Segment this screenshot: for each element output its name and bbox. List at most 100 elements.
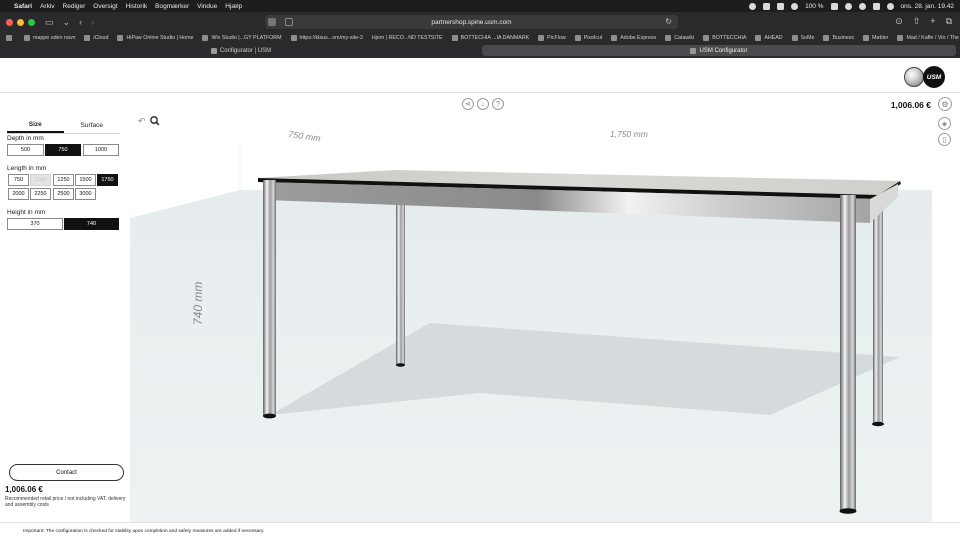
bookmark-folder[interactable]: Møbler: [862, 34, 888, 41]
height-option-370[interactable]: 370: [7, 218, 63, 230]
tab-surface[interactable]: Surface: [64, 118, 121, 133]
menu-safari[interactable]: Safari: [14, 3, 32, 10]
height-option-740[interactable]: 740: [64, 218, 119, 230]
creative-cloud-icon[interactable]: [749, 2, 757, 10]
table-render[interactable]: 750 mm 1,750 mm 740 mm ↶: [130, 115, 932, 522]
download-icon[interactable]: ↓: [477, 98, 489, 110]
layers-icon[interactable]: ◈: [938, 117, 951, 130]
bookmark-item[interactable]: Pixelcut: [574, 34, 602, 41]
contact-button[interactable]: Contact: [9, 464, 124, 481]
tabs-overview-icon[interactable]: ⧉: [946, 16, 952, 27]
control-center-icon[interactable]: [872, 2, 880, 10]
tab-usm-configurator[interactable]: USM Configurator: [482, 45, 956, 56]
download-icon[interactable]: ⊙: [895, 16, 903, 27]
depth-option-750[interactable]: 750: [45, 144, 81, 156]
sidebar-toggle-icon[interactable]: ▭: [45, 17, 54, 28]
menu-hjaelp[interactable]: Hjælp: [225, 3, 242, 10]
length-option-2250[interactable]: 2250: [30, 188, 51, 200]
page-header: USM: [0, 58, 960, 93]
bookmark-item[interactable]: Wix Studio |...GY PLATFORM: [202, 34, 282, 41]
favicon-icon: [84, 34, 91, 41]
sidebar-price: 1,006.06 €: [5, 485, 43, 494]
bookmark-item[interactable]: BOTTECHIA ...IA DANMARK: [451, 34, 529, 41]
usm-logo[interactable]: USM: [904, 66, 945, 88]
3d-viewer[interactable]: 750 mm 1,750 mm 740 mm ↶: [130, 115, 932, 522]
battery-icon[interactable]: [830, 2, 838, 10]
bookmark-item[interactable]: HiPaw Online Studio | Home: [117, 34, 193, 41]
minimize-window-button[interactable]: [17, 18, 24, 26]
security-icon[interactable]: [777, 2, 785, 10]
length-option-1250[interactable]: 1250: [53, 174, 74, 186]
favicon-icon: [611, 34, 618, 41]
menu-vindue[interactable]: Vindue: [197, 3, 217, 10]
chevron-down-icon[interactable]: ⌄: [63, 17, 71, 28]
footer-note: Important: The configuration is checked …: [23, 529, 265, 534]
length-option-1500[interactable]: 1500: [75, 174, 96, 186]
back-button[interactable]: ‹: [79, 17, 82, 27]
bookmark-folder[interactable]: AHEAD: [755, 34, 783, 41]
table-leg-front-right: [840, 195, 856, 511]
close-window-button[interactable]: [6, 18, 13, 26]
menu-historik[interactable]: Historik: [126, 3, 148, 10]
wifi-icon[interactable]: [844, 2, 852, 10]
bookmark-item[interactable]: Hjem | RECO...ND TESTSITE: [372, 35, 443, 41]
bookmarks-bar: mappe uden navn iCloud HiPaw Online Stud…: [0, 32, 960, 43]
bookmark-item[interactable]: Adobe Express: [611, 34, 656, 41]
favicon-icon: [202, 34, 209, 41]
search-app-icon[interactable]: [763, 2, 771, 10]
favicon-icon: [665, 34, 672, 41]
macos-menubar: Safari Arkiv Rediger Oversigt Historik B…: [0, 0, 960, 12]
menubar-clock[interactable]: ons. 28. jan. 19.42: [901, 3, 955, 10]
settings-icon[interactable]: ⚙: [938, 97, 952, 111]
reload-icon[interactable]: ↻: [665, 17, 672, 26]
bookmark-item[interactable]: https://klaus...om/my-site-3: [290, 34, 363, 41]
tab-configurator-usm[interactable]: Configurator | USM: [4, 45, 478, 56]
siri-icon[interactable]: [886, 2, 894, 10]
bookmark-item[interactable]: mappe uden navn: [24, 34, 75, 41]
bookmark-folder[interactable]: Business: [823, 34, 854, 41]
zoom-icon-handle: [155, 121, 160, 126]
length-option-3000[interactable]: 3000: [75, 188, 96, 200]
share-icon[interactable]: ⇧: [913, 16, 921, 27]
undo-icon[interactable]: ↶: [138, 116, 146, 126]
length-option-1750[interactable]: 1750: [97, 174, 118, 186]
help-icon[interactable]: ?: [492, 98, 504, 110]
bookmark-item[interactable]: iCloud: [84, 34, 108, 41]
bookmark-folder[interactable]: Mad / Kaffe / Vin / The: [897, 34, 959, 41]
length-option-750[interactable]: 750: [8, 174, 29, 186]
menu-oversigt[interactable]: Oversigt: [93, 3, 117, 10]
zoom-window-button[interactable]: [28, 18, 35, 26]
height-label: Height in mm: [7, 209, 46, 216]
length-option-2000[interactable]: 2000: [8, 188, 29, 200]
bookmark-folder[interactable]: BOTTECCHIA: [703, 34, 746, 41]
bookmark-item[interactable]: PicFlow: [538, 34, 566, 41]
address-bar[interactable]: partnershop.spine.usm.com ↻: [265, 15, 678, 29]
play-icon[interactable]: [791, 2, 799, 10]
header-price: 1,006.06 €: [890, 100, 931, 110]
share-icon[interactable]: ⋖: [462, 98, 474, 110]
bookmark-item[interactable]: Catawiki: [665, 34, 694, 41]
dimension-height: 740 mm: [191, 282, 205, 325]
menu-bogmaerker[interactable]: Bogmærker: [155, 3, 189, 10]
folder-icon: [703, 34, 710, 41]
bookmark-folder[interactable]: SoMe: [791, 34, 814, 41]
menu-rediger[interactable]: Rediger: [63, 3, 86, 10]
menu-arkiv[interactable]: Arkiv: [40, 3, 54, 10]
new-tab-icon[interactable]: +: [930, 16, 935, 27]
depth-option-1000[interactable]: 1000: [83, 144, 119, 156]
bookmarks-sidebar-icon[interactable]: [6, 34, 15, 41]
bookmark-icon[interactable]: ▯: [938, 133, 951, 146]
length-option-2500[interactable]: 2500: [53, 188, 74, 200]
tab-overview-icon[interactable]: [268, 18, 276, 26]
leg-foot: [263, 413, 276, 419]
folder-icon: [823, 34, 830, 41]
zoom-icon[interactable]: [150, 116, 158, 124]
right-toolbar: ◈ ▯: [932, 115, 960, 522]
reader-icon[interactable]: [285, 18, 293, 26]
tab-size[interactable]: Size: [7, 118, 64, 133]
table-leg-back-right: [873, 189, 883, 423]
spotlight-icon[interactable]: [858, 2, 866, 10]
folder-icon: [755, 34, 762, 41]
depth-option-500[interactable]: 500: [7, 144, 44, 156]
forward-button[interactable]: ›: [91, 17, 94, 27]
